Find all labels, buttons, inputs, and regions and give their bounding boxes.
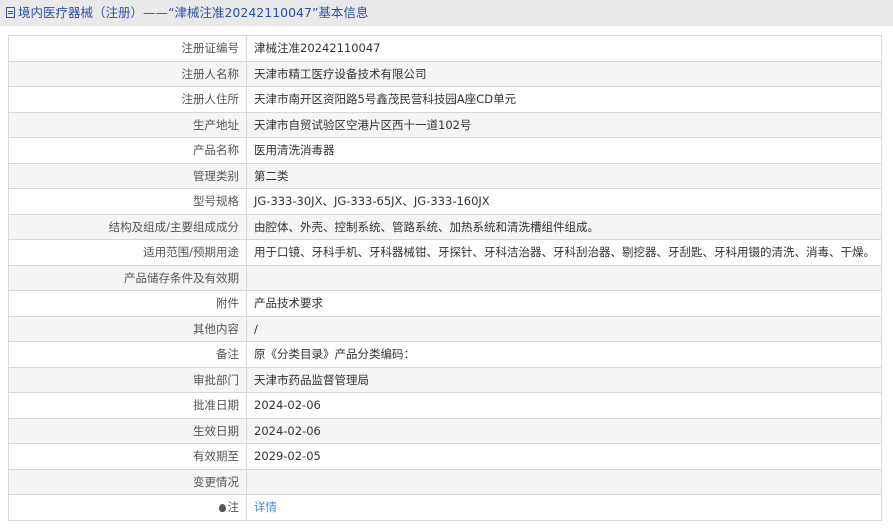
table-row: 管理类别 第二类 [8, 162, 882, 189]
table-row: 其他内容 / [8, 315, 882, 342]
row-value: 津械注准20242110047 [246, 35, 882, 62]
table-row: 注册人住所 天津市南开区资阳路5号鑫茂民营科技园A座CD单元 [8, 86, 882, 113]
row-label: 注册人住所 [8, 86, 247, 113]
table-row: 生产地址 天津市自贸试验区空港片区西十一道102号 [8, 111, 882, 138]
table-row: 变更情况 [8, 468, 882, 495]
table-row: 结构及组成/主要组成成分 由腔体、外壳、控制系统、管路系统、加热系统和清洗槽组件组… [8, 213, 882, 240]
row-value: 2029-02-05 [246, 443, 882, 470]
row-label: 适用范围/预期用途 [8, 239, 247, 266]
row-value: 产品技术要求 [246, 290, 882, 317]
row-value: 天津市药品监督管理局 [246, 366, 882, 393]
row-value: 2024-02-06 [246, 417, 882, 444]
row-label: 注册证编号 [8, 35, 247, 62]
row-value: 医用清洗消毒器 [246, 137, 882, 164]
row-label: 生产地址 [8, 111, 247, 138]
table-row: 型号规格 JG-333-30JX、JG-333-65JX、JG-333-160JX [8, 188, 882, 215]
document-icon [6, 7, 15, 18]
table-row: 附件 产品技术要求 [8, 290, 882, 317]
info-table: 注册证编号 津械注准20242110047 注册人名称 天津市精工医疗设备技术有限公司… [8, 35, 882, 521]
page-header: 境内医疗器械（注册）——“津械注准20242110047”基本信息 [0, 0, 893, 26]
row-label: 有效期至 [8, 443, 247, 470]
row-label: 生效日期 [8, 417, 247, 444]
row-value [246, 468, 882, 495]
row-value: 天津市南开区资阳路5号鑫茂民营科技园A座CD单元 [246, 86, 882, 113]
row-value: 天津市精工医疗设备技术有限公司 [246, 60, 882, 87]
note-row: 注 详情 [8, 494, 882, 521]
row-label: 注册人名称 [8, 60, 247, 87]
pin-icon [218, 504, 226, 513]
row-label: 结构及组成/主要组成成分 [8, 213, 247, 240]
row-value: 原《分类目录》产品分类编码： [246, 341, 882, 368]
table-row: 批准日期 2024-02-06 [8, 392, 882, 419]
row-label: 型号规格 [8, 188, 247, 215]
row-value: 2024-02-06 [246, 392, 882, 419]
details-link[interactable]: 详情 [254, 500, 277, 514]
row-label: 审批部门 [8, 366, 247, 393]
table-row: 注册证编号 津械注准20242110047 [8, 35, 882, 62]
table-row: 生效日期 2024-02-06 [8, 417, 882, 444]
note-label-cell: 注 [8, 494, 247, 521]
row-value: 第二类 [246, 162, 882, 189]
table-row: 有效期至 2029-02-05 [8, 443, 882, 470]
row-value: 由腔体、外壳、控制系统、管路系统、加热系统和清洗槽组件组成。 [246, 213, 882, 240]
table-row: 备注 原《分类目录》产品分类编码： [8, 341, 882, 368]
row-label: 附件 [8, 290, 247, 317]
row-value: 用于口镜、牙科手机、牙科器械钳、牙探针、牙科洁治器、牙科刮治器、剔挖器、牙刮匙、… [246, 239, 882, 266]
row-label: 管理类别 [8, 162, 247, 189]
table-row: 产品名称 医用清洗消毒器 [8, 137, 882, 164]
note-value-cell: 详情 [246, 494, 882, 521]
row-label: 其他内容 [8, 315, 247, 342]
row-value [246, 264, 882, 291]
note-label: 注 [227, 500, 240, 515]
row-label: 产品名称 [8, 137, 247, 164]
row-value: / [246, 315, 882, 342]
row-label: 变更情况 [8, 468, 247, 495]
row-value: 天津市自贸试验区空港片区西十一道102号 [246, 111, 882, 138]
table-row: 适用范围/预期用途 用于口镜、牙科手机、牙科器械钳、牙探针、牙科洁治器、牙科刮治器… [8, 239, 882, 266]
row-label: 备注 [8, 341, 247, 368]
table-row: 产品储存条件及有效期 [8, 264, 882, 291]
row-value: JG-333-30JX、JG-333-65JX、JG-333-160JX [246, 188, 882, 215]
table-row: 审批部门 天津市药品监督管理局 [8, 366, 882, 393]
table-row: 注册人名称 天津市精工医疗设备技术有限公司 [8, 60, 882, 87]
header-title: 境内医疗器械（注册）——“津械注准20242110047”基本信息 [18, 5, 369, 20]
row-label: 产品储存条件及有效期 [8, 264, 247, 291]
row-label: 批准日期 [8, 392, 247, 419]
